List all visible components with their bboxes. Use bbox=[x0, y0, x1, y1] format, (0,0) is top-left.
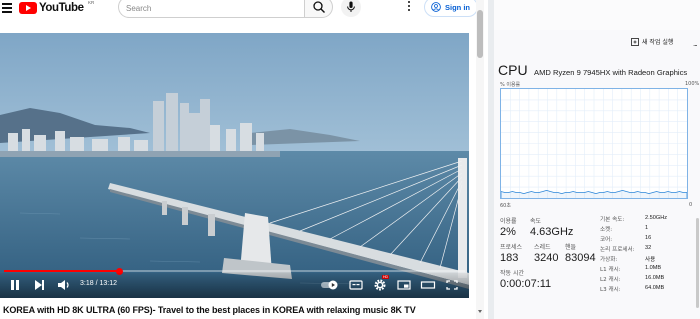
pause-button[interactable] bbox=[8, 278, 22, 292]
sign-in-button[interactable]: Sign in bbox=[424, 0, 478, 17]
youtube-logo-text: YouTube bbox=[39, 2, 84, 14]
miniplayer-icon bbox=[397, 280, 411, 290]
volume-button[interactable] bbox=[56, 278, 72, 292]
task-manager-window: 새 작업 실행 ... CPU AMD Ryzen 9 7945HX with … bbox=[494, 0, 700, 319]
run-new-task-label: 새 작업 실행 bbox=[642, 39, 674, 46]
autoplay-toggle[interactable] bbox=[320, 278, 340, 292]
search-input[interactable] bbox=[126, 1, 296, 15]
account-circle-icon bbox=[431, 2, 441, 12]
cores-label: 코어: bbox=[600, 237, 613, 243]
graph-max-label: 100% bbox=[685, 81, 700, 87]
scroll-down-arrow-icon[interactable] bbox=[478, 310, 482, 313]
l2-cache-value: 16.0MB bbox=[645, 275, 665, 281]
task-manager-title-area bbox=[494, 0, 700, 30]
speed-value: 4.63GHz bbox=[530, 226, 574, 238]
voice-search-button[interactable] bbox=[341, 0, 361, 17]
threads-value: 3240 bbox=[534, 252, 559, 264]
cpu-utilization-chart bbox=[500, 89, 688, 198]
volume-icon bbox=[58, 280, 69, 290]
cpu-model-name: AMD Ryzen 9 7945HX with Radeon Graphics bbox=[534, 68, 688, 77]
l1-cache-label: L1 캐시: bbox=[600, 267, 621, 273]
current-time: 3:18 bbox=[80, 280, 94, 287]
theater-mode-button[interactable] bbox=[420, 278, 436, 292]
total-time: 13:12 bbox=[99, 280, 117, 287]
processes-value: 183 bbox=[500, 252, 519, 264]
logical-processors-label: 논리 프로세서: bbox=[600, 247, 635, 253]
search-button[interactable] bbox=[304, 0, 333, 18]
uptime-label: 작동 시간 bbox=[500, 270, 524, 277]
miniplayer-button[interactable] bbox=[396, 278, 412, 292]
virtualization-label: 가상화: bbox=[600, 257, 618, 263]
l1-cache-value: 1.0MB bbox=[645, 265, 662, 271]
microphone-icon bbox=[347, 1, 355, 12]
base-speed-value: 2.50GHz bbox=[645, 215, 668, 221]
utilization-value: 2% bbox=[500, 226, 516, 238]
settings-quality-badge: HD bbox=[382, 275, 390, 279]
cpu-heading: CPU bbox=[498, 62, 528, 78]
task-manager-scrollbar[interactable] bbox=[696, 218, 699, 308]
settings-button[interactable]: HD bbox=[372, 275, 390, 292]
youtube-play-logo-icon bbox=[19, 2, 37, 14]
time-display: 3:18 / 13:12 bbox=[80, 280, 117, 287]
handles-value: 83094 bbox=[565, 252, 596, 264]
skip-next-icon bbox=[35, 280, 44, 290]
youtube-window: YouTube KR Sign in bbox=[0, 0, 484, 319]
more-options-button[interactable]: ... bbox=[693, 39, 698, 48]
subtitles-button[interactable] bbox=[348, 278, 364, 292]
processes-label: 프로세스 bbox=[500, 244, 523, 251]
l2-cache-label: L2 캐시: bbox=[600, 277, 621, 283]
search-box bbox=[118, 0, 304, 18]
base-speed-label: 기본 속도: bbox=[600, 217, 625, 223]
gear-icon bbox=[374, 279, 386, 291]
l3-cache-label: L3 캐시: bbox=[600, 287, 621, 293]
video-progress-bar[interactable] bbox=[4, 267, 465, 275]
graph-min-label: 0 bbox=[689, 202, 693, 208]
autoplay-toggle-icon bbox=[321, 280, 338, 290]
search-icon bbox=[313, 1, 325, 13]
youtube-region-code: KR bbox=[88, 0, 95, 5]
youtube-header: YouTube KR Sign in bbox=[0, 0, 484, 22]
run-new-task-button[interactable]: 새 작업 실행 bbox=[631, 37, 673, 46]
cpu-utilization-graph bbox=[500, 88, 688, 199]
threads-label: 스레드 bbox=[534, 244, 551, 251]
youtube-logo[interactable]: YouTube KR bbox=[19, 0, 94, 15]
sockets-label: 소켓: bbox=[600, 227, 613, 233]
subtitles-icon bbox=[349, 280, 363, 290]
next-video-button[interactable] bbox=[32, 278, 46, 292]
logical-processors-value: 32 bbox=[645, 245, 652, 251]
video-title: KOREA with HD 8K ULTRA (60 FPS)- Travel … bbox=[3, 305, 416, 315]
settings-more-icon[interactable] bbox=[405, 1, 413, 15]
graph-utilization-label: % 이용률 bbox=[500, 82, 521, 88]
new-task-icon bbox=[631, 37, 639, 46]
utilization-label: 이용률 bbox=[500, 218, 517, 225]
handles-label: 핸들 bbox=[565, 244, 577, 251]
player-controls: 3:18 / 13:12 HD bbox=[0, 273, 469, 298]
sockets-value: 1 bbox=[645, 225, 649, 231]
menu-icon[interactable] bbox=[2, 3, 12, 13]
video-frame bbox=[0, 33, 469, 298]
fullscreen-button[interactable] bbox=[444, 278, 460, 292]
graph-time-label: 60초 bbox=[500, 203, 511, 209]
virtualization-value: 사용 bbox=[645, 257, 656, 263]
page-scrollbar[interactable] bbox=[476, 0, 484, 319]
fullscreen-icon bbox=[446, 280, 458, 290]
theater-mode-icon bbox=[420, 281, 436, 289]
sign-in-label: Sign in bbox=[445, 2, 470, 12]
pause-icon bbox=[11, 280, 19, 290]
uptime-value: 0:00:07:11 bbox=[500, 278, 552, 290]
speed-label: 속도 bbox=[530, 218, 542, 225]
page-scrollbar-thumb[interactable] bbox=[477, 10, 483, 58]
video-progress-played bbox=[4, 270, 120, 272]
l3-cache-value: 64.0MB bbox=[645, 285, 665, 291]
video-player[interactable]: 3:18 / 13:12 HD bbox=[0, 33, 469, 298]
cores-value: 16 bbox=[645, 235, 652, 241]
